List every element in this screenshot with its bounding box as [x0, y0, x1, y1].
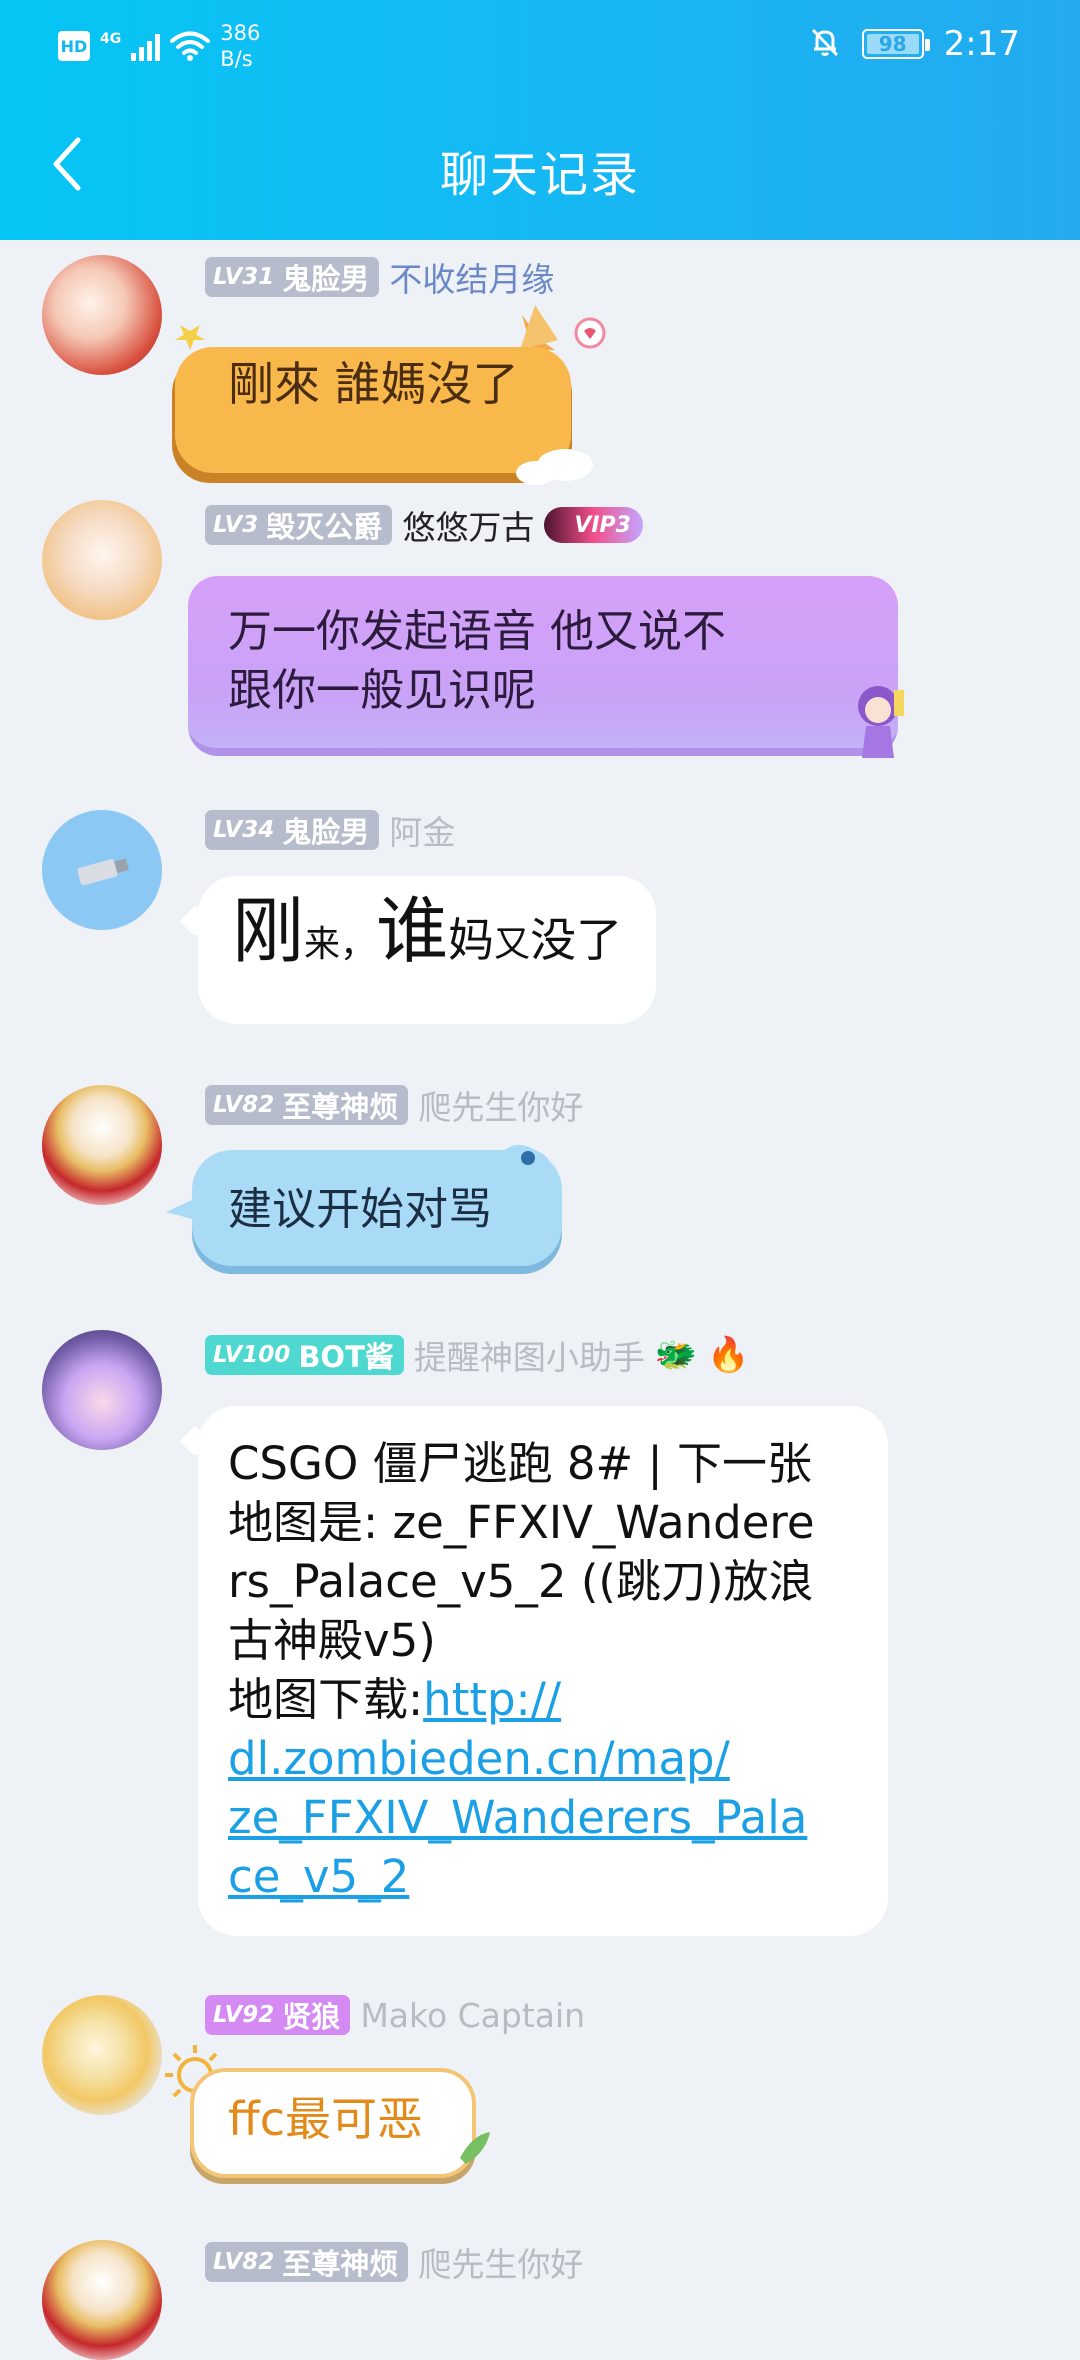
message-line: rs_Palace_v5_2 ((跳刀)放浪 — [228, 1555, 814, 1608]
level-number: LV82 — [213, 2249, 275, 2275]
message-text: 建议开始对骂 — [228, 1184, 492, 1235]
sender-nickname[interactable]: 不收结月缘 — [389, 253, 554, 301]
level-badge: LV100 BOT酱 — [205, 1335, 404, 1375]
link-label: 地图下载: — [228, 1673, 424, 1726]
level-number: LV82 — [213, 1092, 275, 1118]
level-badge: LV3 毁灭公爵 — [205, 505, 393, 545]
message-line: 跟你一般见识呢 — [228, 665, 536, 716]
app-header: HD 4G 386 B/s 98 2:17 聊天记录 — [0, 0, 1080, 240]
sender-nickname[interactable]: 爬先生你好 — [418, 1081, 583, 1129]
speed-value: 386 — [220, 21, 261, 45]
message-text-part: 刚 — [232, 889, 305, 973]
level-badge: LV82 至尊神烦 — [205, 1085, 409, 1125]
page-title: 聊天记录 — [439, 147, 640, 203]
level-badge: LV82 至尊神烦 — [205, 2242, 409, 2282]
sender-nickname[interactable]: 悠悠万古 — [402, 501, 534, 549]
level-number: LV34 — [213, 817, 275, 843]
speed-unit: B/s — [220, 47, 253, 71]
avatar[interactable] — [42, 1085, 162, 1205]
sender-nickname[interactable]: 阿金 — [389, 806, 455, 854]
level-badge: LV92 贤狼 — [205, 1995, 351, 2035]
message-text-part: 来， — [304, 924, 377, 965]
member-title: 至尊神烦 — [282, 2247, 399, 2281]
status-right: 98 2:17 — [808, 24, 1020, 64]
sender-nickname[interactable]: 提醒神图小助手 — [414, 1331, 645, 1379]
avatar[interactable] — [42, 255, 162, 375]
signal-icon — [131, 31, 161, 61]
message-line: CSGO 僵尸逃跑 8# | 下一张 — [228, 1437, 812, 1490]
map-download-link[interactable]: ce_v5_2 — [228, 1850, 409, 1903]
mute-bell-icon — [808, 25, 842, 63]
message-text-part: 没了 — [530, 913, 623, 967]
member-title: 毁灭公爵 — [266, 510, 383, 544]
avatar[interactable] — [42, 1330, 162, 1450]
message-bubble: CSGO 僵尸逃跑 8# | 下一张 地图是: ze_FFXIV_Wandere… — [198, 1406, 888, 1936]
member-title: 至尊神烦 — [282, 1090, 399, 1124]
avatar[interactable] — [42, 810, 162, 930]
level-number: LV92 — [213, 2002, 275, 2028]
member-title: BOT酱 — [298, 1340, 394, 1374]
map-download-link[interactable]: http:// — [423, 1673, 561, 1726]
clock: 2:17 — [943, 24, 1020, 64]
message-line: 地图下载:http:// — [228, 1670, 858, 1729]
message-bubble: 万一你发起语音 他又说不 跟你一般见识呢 — [188, 576, 898, 756]
battery-icon: 98 — [861, 29, 930, 59]
message-line: 古神殿v5) — [228, 1614, 436, 1667]
message-text: ffc最可恶 — [228, 2092, 423, 2146]
sender-meta: LV34 鬼脸男 阿金 — [205, 810, 455, 852]
member-title: 贤狼 — [282, 2000, 341, 2034]
hd-badge: HD — [58, 31, 90, 61]
sender-nickname[interactable]: Mako Captain — [360, 1996, 585, 2035]
member-title: 鬼脸男 — [282, 262, 370, 296]
message-bubble: 刚来，谁妈又没了 — [198, 876, 657, 1024]
dragon-icon: 🐲 — [654, 1335, 698, 1375]
battery-level: 98 — [878, 32, 907, 56]
map-download-link[interactable]: ze_FFXIV_Wanderers_Pala — [228, 1791, 807, 1844]
chibi-sticker-icon — [858, 686, 904, 758]
status-bar: HD 4G 386 B/s 98 2:17 — [0, 0, 1080, 92]
avatar[interactable] — [42, 2240, 162, 2360]
message-line: 地图是: ze_FFXIV_Wandere — [228, 1496, 815, 1549]
sender-meta: LV82 至尊神烦 爬先生你好 — [205, 1085, 583, 1127]
level-badge: LV31 鬼脸男 — [205, 257, 380, 297]
level-number: LV3 — [213, 512, 259, 538]
message-text-part: 又 — [494, 924, 531, 965]
wifi-icon — [170, 30, 211, 62]
message-line: 万一你发起语音 他又说不 — [228, 606, 726, 657]
sender-meta: LV82 至尊神烦 爬先生你好 — [205, 2242, 583, 2284]
usb-drive-icon — [77, 858, 129, 886]
avatar[interactable] — [42, 1995, 162, 2115]
level-badge: LV34 鬼脸男 — [205, 810, 380, 850]
map-download-link[interactable]: dl.zombieden.cn/map/ — [228, 1732, 730, 1785]
fire-icon: 🔥 — [707, 1335, 750, 1375]
sender-nickname[interactable]: 爬先生你好 — [418, 2238, 583, 2286]
sender-meta: LV3 毁灭公爵 悠悠万古 VIP3 — [205, 505, 643, 547]
member-title: 鬼脸男 — [282, 815, 370, 849]
network-speed: 386 B/s — [220, 20, 260, 72]
vip-badge: VIP3 — [544, 507, 643, 543]
sender-meta: LV100 BOT酱 提醒神图小助手 🐲 🔥 — [205, 1335, 750, 1377]
message-text-part: 妈 — [448, 913, 495, 967]
status-left: HD 4G 386 B/s — [58, 20, 260, 72]
sender-meta: LV31 鬼脸男 不收结月缘 — [205, 257, 554, 299]
level-number: LV31 — [213, 264, 275, 290]
network-type: 4G — [100, 31, 122, 47]
sender-meta: LV92 贤狼 Mako Captain — [205, 1995, 585, 2035]
avatar[interactable] — [42, 500, 162, 620]
message-text-part: 谁 — [376, 889, 449, 973]
level-number: LV100 — [213, 1342, 291, 1368]
message-text: 剛來 誰媽沒了 — [228, 357, 519, 411]
